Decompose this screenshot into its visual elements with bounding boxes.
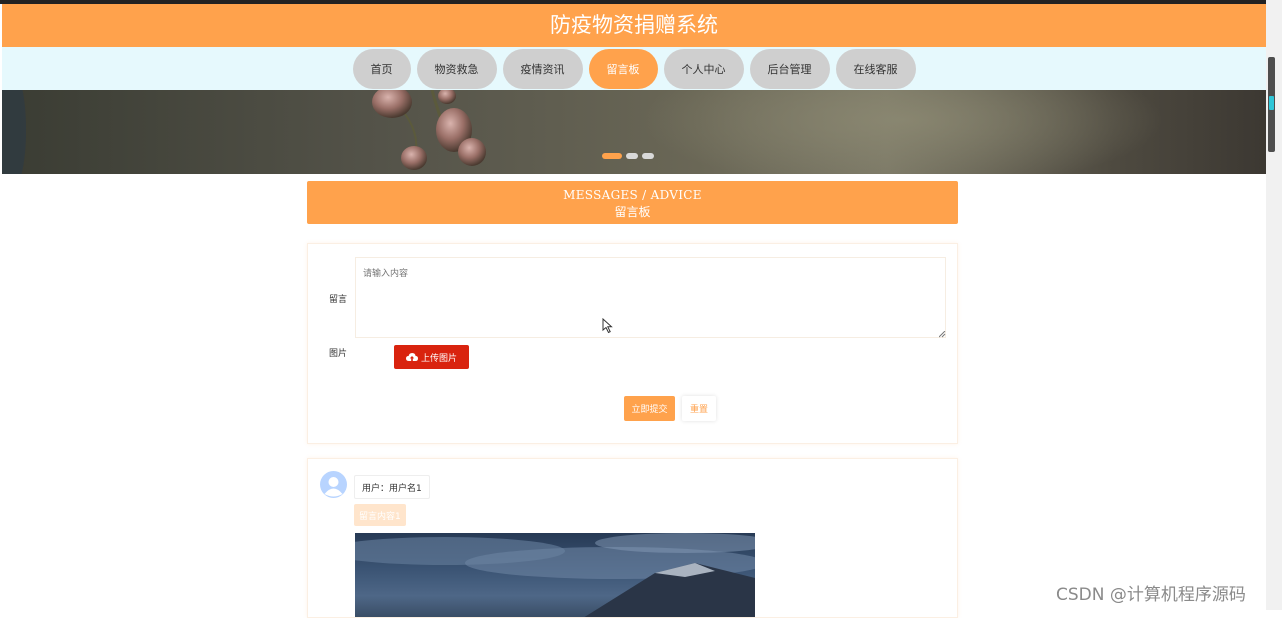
upload-image-label: 上传图片	[420, 353, 457, 364]
reset-button[interactable]: 重置	[682, 396, 716, 421]
watermark: CSDN @计算机程序源码	[1056, 585, 1246, 605]
nav-item-message-board[interactable]: 留言板	[588, 48, 658, 89]
carousel-dot-2[interactable]	[626, 153, 638, 159]
nav-item-customer-service[interactable]: 在线客服	[835, 48, 916, 89]
carousel-dot-1[interactable]	[602, 153, 622, 159]
site-title: 防疫物资捐赠系统	[550, 13, 718, 37]
banner-flower-image	[2, 90, 1162, 174]
main-nav: 首页 物资救急 疫情资讯 留言板 个人中心 后台管理 在线客服	[2, 47, 1266, 90]
message-form: 留言 图片 上传图片 立即提交 重置	[307, 243, 958, 444]
upload-image-button[interactable]: 上传图片	[394, 345, 469, 369]
message-content: 留言内容1	[354, 504, 406, 526]
scrollbar-accent	[1269, 96, 1274, 110]
cloud-upload-icon	[405, 352, 418, 361]
section-title-en: MESSAGES / ADVICE	[563, 188, 702, 202]
mouse-cursor-icon	[602, 318, 613, 334]
nav-item-admin[interactable]: 后台管理	[749, 48, 830, 89]
user-avatar-icon	[320, 471, 347, 498]
carousel-dot-3[interactable]	[642, 153, 654, 159]
section-title-cn: 留言板	[614, 205, 651, 219]
banner-carousel[interactable]	[2, 90, 1266, 174]
carousel-indicators	[602, 153, 654, 159]
section-title-bar: MESSAGES / ADVICE 留言板	[307, 181, 958, 224]
submit-button[interactable]: 立即提交	[624, 396, 675, 421]
nav-item-news[interactable]: 疫情资讯	[502, 48, 583, 89]
message-user: 用户：用户名1	[354, 475, 430, 499]
nav-item-profile[interactable]: 个人中心	[663, 48, 744, 89]
message-label: 留言	[329, 295, 348, 305]
message-list-item: 用户：用户名1 留言内容1	[307, 458, 958, 618]
message-input[interactable]	[355, 257, 946, 338]
message-image	[355, 533, 755, 617]
site-header: 防疫物资捐赠系统	[2, 4, 1266, 47]
image-label: 图片	[329, 349, 348, 359]
nav-item-home[interactable]: 首页	[352, 48, 411, 89]
nav-item-supplies[interactable]: 物资救急	[416, 48, 497, 89]
resize-handle-icon[interactable]	[939, 331, 946, 338]
